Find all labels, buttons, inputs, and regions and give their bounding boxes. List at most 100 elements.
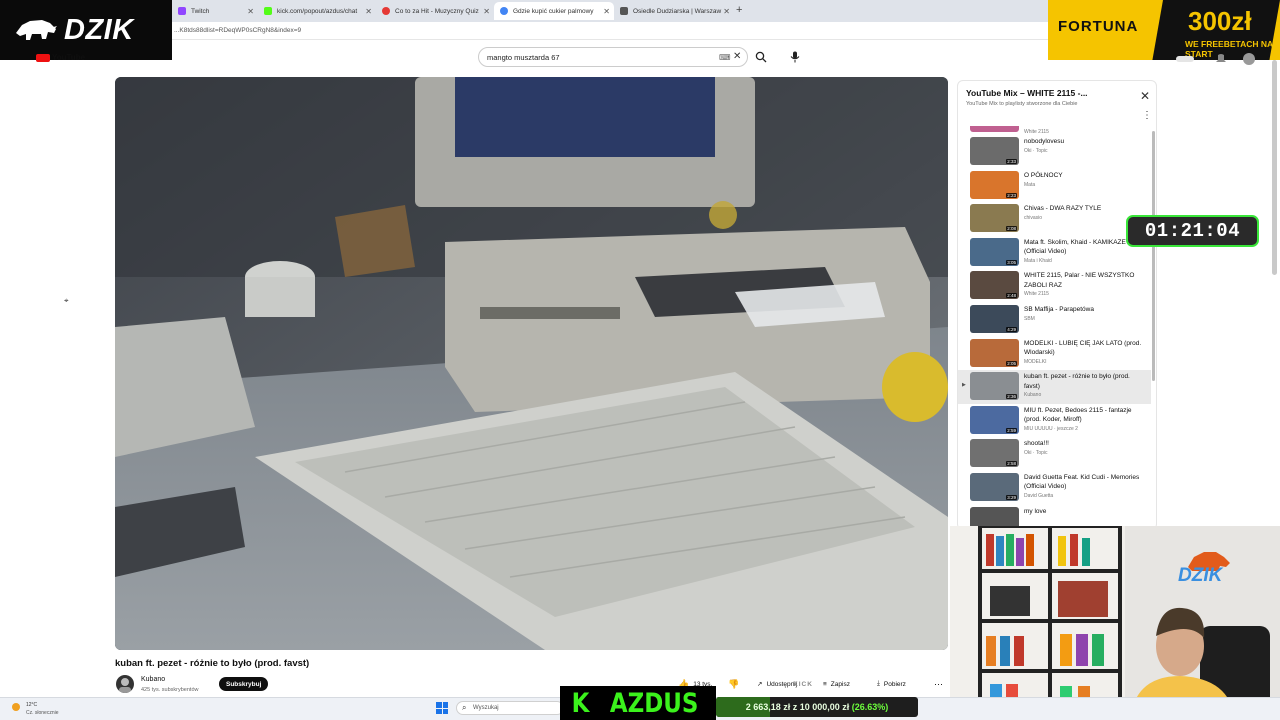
close-playlist-icon[interactable]: ✕	[1140, 89, 1150, 103]
notifications-icon[interactable]	[1216, 54, 1226, 62]
browser-tab[interactable]: Twitch ✕	[172, 2, 258, 20]
browser-tab[interactable]: Osiedle Dudziarska | Warszaw ✕	[614, 2, 734, 20]
tab-title: kick.com/popout/azdus/chat	[277, 7, 358, 15]
playlist-item-title[interactable]: nobodylovesu	[1024, 137, 1142, 147]
share-button[interactable]: ↗ Udostępnij	[757, 677, 797, 691]
playlist-item-thumbnail[interactable]: 2:08	[970, 204, 1019, 233]
playlist-item[interactable]: 2:05 MODELKI - LUBIĘ CIĘ JAK LATO (prod. …	[958, 337, 1151, 371]
playlist-item-artist: Oki · Topic	[1024, 148, 1048, 154]
playlist-title: YouTube Mix – WHITE 2115 -...	[966, 88, 1088, 98]
close-icon[interactable]: ✕	[603, 7, 610, 16]
duration-badge: 2:58	[1006, 461, 1017, 467]
playlist-item-artist: Mata	[1024, 181, 1036, 188]
playlist-item[interactable]: ▶ 2:36 kuban ft. pezet - różnie to było (p…	[958, 370, 1151, 404]
channel-name[interactable]: Kubano	[141, 676, 165, 683]
playlist-item-title[interactable]: WHITE 2115, Palar - NIE WSZYSTKO ZABOLI …	[1024, 271, 1142, 290]
video-player[interactable]	[115, 77, 948, 650]
playlist-menu-icon[interactable]: ⋮	[1142, 111, 1152, 121]
close-icon[interactable]: ✕	[483, 7, 490, 16]
playlist-item-title[interactable]: shoota!!!	[1024, 439, 1142, 449]
playlist-item[interactable]: 2:08 Chivas - DWA RAZY TYLE chivasio	[958, 202, 1151, 236]
page-scrollbar[interactable]	[1272, 60, 1277, 275]
playlist-item-thumbnail[interactable]: 2:58	[970, 439, 1019, 468]
duration-badge: 2:05	[1006, 360, 1017, 366]
keyboard-icon[interactable]: ⌨	[719, 53, 731, 62]
weather-temp: 12°C	[26, 702, 38, 708]
boar-icon	[16, 20, 57, 40]
duration-badge: 2:08	[1006, 226, 1017, 232]
now-playing-icon: ▶	[962, 382, 966, 389]
browser-tab[interactable]: kick.com/popout/azdus/chat ✕	[258, 2, 376, 20]
voice-search-button[interactable]	[786, 48, 804, 66]
playlist-item-title[interactable]: Chivas - DWA RAZY TYLE	[1024, 204, 1142, 214]
playlist-item[interactable]: 2:58 shoota!!! Oki · Topic	[958, 437, 1151, 471]
playlist-item[interactable]: 2:23 O PÓŁNOCY Mata	[958, 169, 1151, 203]
playlist-item-artist: David Guetta	[1024, 492, 1054, 499]
playlist-item-title[interactable]: David Guetta Feat. Kid Cudi - Memories (…	[1024, 473, 1142, 492]
more-actions-button[interactable]: ⋯	[934, 677, 943, 691]
search-input[interactable]	[487, 53, 697, 62]
playlist-item-title[interactable]: SB Maffija - Parapetówa	[1024, 305, 1142, 315]
cam-logo-text: DZIK	[1178, 565, 1223, 586]
new-tab-button[interactable]: +	[736, 4, 742, 16]
save-button[interactable]: ≡ Zapisz	[823, 677, 850, 691]
playlist-item-title[interactable]: MODELKI - LUBIĘ CIĘ JAK LATO (prod. Wlod…	[1024, 339, 1142, 358]
weather-widget[interactable]: 12°C Cz. słonecznie	[10, 700, 59, 718]
playlist-item-thumbnail[interactable]: 2:48	[970, 271, 1019, 300]
windows-start-icon[interactable]	[436, 702, 448, 714]
close-icon[interactable]: ✕	[247, 7, 254, 16]
playlist-item-thumbnail[interactable]: 2:36	[970, 372, 1019, 401]
download-button[interactable]: ⤓ Pobierz	[877, 677, 906, 691]
playlist-item[interactable]: 3:05 Mata ft. Skolim, Khaid - KAMIKAZE (O…	[958, 236, 1151, 270]
clear-search-icon[interactable]: ✕	[733, 51, 741, 62]
dislike-button[interactable]: 👎	[728, 677, 739, 691]
fortuna-ad-banner: FORTUNA 300zł WE FREEBETACH NA START	[1048, 0, 1280, 60]
playlist-scrollbar[interactable]	[1152, 131, 1155, 381]
youtube-logo-icon[interactable]	[36, 54, 50, 62]
create-icon[interactable]	[1176, 56, 1194, 62]
playlist-item[interactable]: 2:59 MIU ft. Pezet, Bedoes 2115 - fantazj…	[958, 404, 1151, 438]
dzik-cam-logo: DZIK	[1176, 545, 1236, 587]
playlist-item-thumbnail[interactable]: 3:05	[970, 237, 1019, 266]
playlist-item-title[interactable]: Mata ft. Skolim, Khaid - KAMIKAZE (Offic…	[1024, 238, 1142, 257]
tab-title: Gdzie kupić cukier palmowy	[513, 7, 594, 15]
playlist-item-artist: Oki · Topic	[1024, 450, 1048, 457]
close-icon[interactable]: ✕	[723, 7, 730, 16]
playlist-item[interactable]: 3:29 David Guetta Feat. Kid Cudi - Memori…	[958, 471, 1151, 505]
playlist-item-title[interactable]: kuban ft. pezet - różnie to było (prod. …	[1024, 372, 1142, 391]
playlist-item-artist: Kubano	[1024, 392, 1042, 399]
avatar-icon[interactable]	[1243, 53, 1255, 65]
playlist-item-thumbnail[interactable]: 4:29	[970, 304, 1019, 333]
playlist-item-thumbnail[interactable]: 2:33	[970, 137, 1019, 165]
mouse-cursor-icon: ⌖	[64, 296, 69, 305]
playlist-items: 2:33 nobodylovesu Oki · Topic 2:23 O PÓŁNOCY…	[958, 129, 1151, 529]
donation-goal-text: 2 663,18 zł z 10 000,00 zł (26.63%)	[716, 702, 918, 712]
subscribe-button[interactable]: Subskrybuj	[219, 677, 269, 691]
channel-avatar[interactable]	[116, 675, 134, 693]
playlist-item-thumbnail[interactable]: 2:59	[970, 405, 1019, 434]
ad-brand: FORTUNA	[1058, 18, 1139, 35]
playlist-item-artist: MIU UUUUU · jeszcze 2	[1024, 425, 1078, 432]
playlist-item-thumbnail[interactable]: 2:05	[970, 338, 1019, 367]
duration-badge: 2:33	[1006, 159, 1017, 164]
playlist-item[interactable]: 2:33 nobodylovesu Oki · Topic	[958, 135, 1151, 169]
duration-badge: 2:36	[1006, 394, 1017, 400]
playlist-item-thumbnail[interactable]: 2:23	[970, 170, 1019, 199]
playlist-item-title[interactable]: MIU ft. Pezet, Bedoes 2115 - fantazje (p…	[1024, 406, 1142, 425]
taskbar-search[interactable]: ⌕ Wyszukaj	[456, 701, 564, 715]
search-box[interactable]: ⌨ ✕	[478, 47, 748, 67]
tab-title: Osiedle Dudziarska | Warszaw	[633, 7, 722, 15]
playlist-item-title[interactable]: my love	[1024, 507, 1142, 517]
playlist-item[interactable]: 2:48 WHITE 2115, Palar - NIE WSZYSTKO ZAB…	[958, 269, 1151, 303]
kick-k-letter: K	[571, 687, 590, 719]
playlist-item[interactable]: 4:29 SB Maffija - Parapetówa SBM	[958, 303, 1151, 337]
close-icon[interactable]: ✕	[365, 7, 372, 16]
search-button[interactable]	[752, 48, 770, 66]
dzik-logo: DZIK	[0, 0, 172, 60]
youtube-wordmark[interactable]: YouTube	[52, 53, 85, 62]
playlist-item-thumbnail[interactable]: 3:29	[970, 472, 1019, 501]
playlist-item-title[interactable]: O PÓŁNOCY	[1024, 171, 1142, 181]
browser-tab[interactable]: Co to za Hit - Muzyczny Quiz ✕	[376, 2, 494, 20]
stream-timer: 01:21:04	[1126, 215, 1259, 247]
browser-tab-active[interactable]: Gdzie kupić cukier palmowy ✕	[494, 2, 614, 20]
